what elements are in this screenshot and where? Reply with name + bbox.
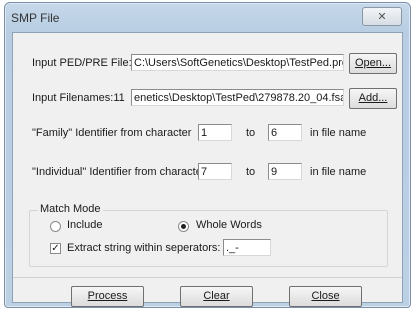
individual-to-field[interactable]: 9 — [268, 163, 302, 180]
family-label: "Family" Identifier from character — [32, 127, 192, 139]
add-button-label: Add... — [358, 92, 388, 104]
individual-from-field[interactable]: 7 — [198, 163, 232, 180]
clear-button[interactable]: Clear — [180, 286, 253, 307]
individual-suffix-label: in file name — [310, 166, 367, 178]
open-button[interactable]: Open... — [349, 53, 397, 74]
smp-file-dialog: SMP File ✕ Input PED/PRE File: C:\Users\… — [4, 2, 411, 308]
family-to-label: to — [246, 127, 256, 139]
checkmark-icon: ✓ — [51, 243, 60, 254]
input-file-label: Input PED/PRE File: — [32, 57, 132, 69]
title-bar[interactable]: SMP File ✕ — [5, 3, 410, 31]
clear-button-label: Clear — [203, 290, 230, 302]
divider — [13, 277, 402, 278]
family-from-field[interactable]: 1 — [198, 124, 232, 141]
input-filenames-field[interactable]: enetics\Desktop\TestPed\279878.20_04.fsa — [131, 89, 344, 106]
include-label[interactable]: Include — [67, 219, 102, 231]
match-mode-title: Match Mode — [38, 203, 103, 215]
input-file-field[interactable]: C:\Users\SoftGenetics\Desktop\TestPed.pr… — [131, 54, 344, 71]
open-button-label: Open... — [354, 57, 392, 69]
extract-checkbox[interactable]: ✓ — [50, 243, 61, 254]
window-title: SMP File — [11, 11, 60, 25]
family-suffix-label: in file name — [310, 127, 367, 139]
close-button-label: Close — [311, 290, 340, 302]
add-button[interactable]: Add... — [349, 88, 397, 109]
extract-label[interactable]: Extract string within seperators: — [67, 242, 220, 254]
window-close-button[interactable]: ✕ — [362, 7, 402, 26]
input-filenames-label: Input Filenames:11 — [32, 92, 125, 104]
dialog-body: Input PED/PRE File: C:\Users\SoftGenetic… — [12, 32, 403, 307]
close-icon: ✕ — [377, 11, 387, 23]
process-button[interactable]: Process — [71, 286, 144, 307]
include-radio-icon[interactable] — [50, 221, 61, 232]
close-button[interactable]: Close — [289, 286, 362, 307]
whole-words-label[interactable]: Whole Words — [196, 219, 262, 231]
individual-label: "Individual" Identifier from character — [32, 166, 206, 178]
process-button-label: Process — [87, 290, 128, 302]
family-to-field[interactable]: 6 — [268, 124, 302, 141]
individual-to-label: to — [246, 166, 256, 178]
separators-field[interactable]: ._- — [223, 239, 271, 256]
whole-words-radio-icon[interactable] — [178, 221, 189, 232]
match-mode-group: Match Mode Include Whole Words ✓ Extract… — [29, 203, 388, 267]
